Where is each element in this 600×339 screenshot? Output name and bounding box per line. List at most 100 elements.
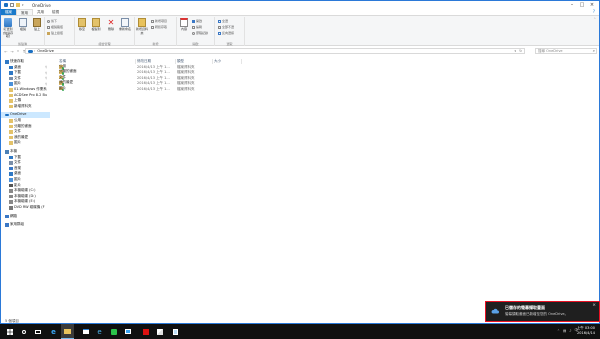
- quick-access-toolbar: ▾: [4, 3, 26, 7]
- column-divider[interactable]: [135, 59, 136, 64]
- acrobat-icon: [142, 328, 149, 335]
- taskbar-clock[interactable]: 上午 03:00 2016/4/14: [577, 326, 595, 336]
- line-taskbar-button[interactable]: [107, 324, 120, 339]
- paste-shortcut-button[interactable]: 貼上捷徑: [47, 31, 63, 36]
- folder-icon: [9, 99, 13, 103]
- easy-access-label: 輕鬆存取: [155, 25, 168, 29]
- media-taskbar-button[interactable]: [121, 324, 134, 339]
- sidebar-item[interactable]: 圖片: [1, 140, 50, 146]
- address-bar[interactable]: › OneDrive ▾ ↻: [25, 48, 525, 54]
- select-all-button[interactable]: 全選: [218, 19, 228, 24]
- collapse-ribbon-icon[interactable]: ⌃: [593, 17, 596, 21]
- search-input[interactable]: 搜尋 OneDrive: [535, 48, 597, 54]
- edge-taskbar-button[interactable]: e: [47, 324, 60, 339]
- new-group-label: 新增: [152, 42, 159, 46]
- minimize-button[interactable]: –: [567, 1, 577, 9]
- properties-qat-icon[interactable]: [10, 3, 14, 7]
- dvd-icon: [9, 206, 13, 210]
- pin-icon[interactable]: ⚲: [45, 82, 47, 86]
- edge-icon: e: [51, 327, 56, 336]
- drive-icon: [9, 189, 13, 193]
- history-button[interactable]: 歷程記錄: [192, 31, 208, 36]
- volume-icon[interactable]: ♪: [569, 329, 571, 333]
- download-icon: [9, 155, 13, 160]
- breadcrumb[interactable]: OneDrive: [37, 49, 53, 54]
- open-icon: [192, 19, 195, 23]
- maximize-button[interactable]: □: [577, 1, 587, 9]
- address-dropdown-icon[interactable]: ▾: [514, 49, 516, 54]
- properties-button[interactable]: 內容: [178, 18, 190, 32]
- sidebar-item[interactable]: 網路: [1, 214, 50, 220]
- edit-button[interactable]: 編輯: [192, 25, 202, 30]
- clipboard-small-group: 剪下 複製路徑 貼上捷徑: [45, 17, 75, 46]
- sidebar-item[interactable]: 家用群組: [1, 222, 50, 228]
- ribbon: 釘選到[快速存取] 複製 貼上 剪貼簿 剪下 複製路徑 貼上捷徑 移至 複製到 …: [1, 15, 599, 46]
- start-button[interactable]: [3, 324, 16, 339]
- notification-body: 螢幕擷取畫面已新增至您的 OneDrive。: [505, 312, 569, 316]
- acrobat-taskbar-button[interactable]: [139, 324, 152, 339]
- select-all-icon: [218, 19, 221, 23]
- notepad-icon: [173, 328, 178, 335]
- select-none-button[interactable]: 全部不選: [218, 25, 234, 30]
- notification-close-button[interactable]: ×: [592, 303, 596, 308]
- move-to-button[interactable]: 移至: [76, 18, 88, 32]
- new-folder-qat-icon[interactable]: [16, 3, 20, 7]
- close-button[interactable]: ×: [587, 1, 597, 9]
- column-divider[interactable]: [212, 59, 213, 64]
- easy-access-button[interactable]: 輕鬆存取: [151, 25, 167, 30]
- file-name-cell: 文件: [59, 75, 66, 81]
- paint-taskbar-button[interactable]: [153, 324, 166, 339]
- file-explorer-window: ▾ OneDrive – □ × 檔案 常用 共用 檢視 ? 釘選到[快速存取]…: [0, 0, 600, 324]
- invert-selection-button[interactable]: 反向選擇: [218, 31, 234, 36]
- pin-icon[interactable]: ⚲: [45, 76, 47, 80]
- task-view-button[interactable]: [31, 324, 44, 339]
- folder-icon: [9, 124, 13, 129]
- store-icon: [82, 329, 89, 334]
- file-name-cell: 公用: [59, 64, 66, 70]
- table-row[interactable]: 圖片 2016/4/13 上午 1... 檔案資料夾: [56, 86, 286, 92]
- network-icon[interactable]: ▤: [563, 329, 566, 333]
- drive-icon: [9, 200, 13, 204]
- column-header-type[interactable]: 類型: [177, 59, 184, 64]
- new-item-button[interactable]: 新增項目: [151, 19, 167, 24]
- delete-button[interactable]: ✕ 刪除: [105, 18, 117, 32]
- rename-button[interactable]: 重新命名: [119, 18, 131, 32]
- cut-button[interactable]: 剪下: [47, 19, 57, 24]
- column-divider[interactable]: [175, 59, 176, 64]
- column-divider[interactable]: [241, 59, 242, 64]
- file-explorer-taskbar-button[interactable]: [61, 324, 74, 339]
- help-icon[interactable]: ?: [593, 9, 595, 14]
- onedrive-app-icon: [4, 3, 8, 7]
- copy-button[interactable]: 複製: [17, 18, 29, 32]
- show-hidden-icons-icon[interactable]: ⌃: [557, 329, 560, 333]
- column-header-date[interactable]: 修改日期: [137, 59, 151, 64]
- pin-quick-access-button[interactable]: 釘選到[快速存取]: [2, 18, 14, 39]
- search-taskbar-button[interactable]: [17, 324, 30, 339]
- copy-path-button[interactable]: 複製路徑: [47, 25, 63, 30]
- column-header-size[interactable]: 大小: [214, 59, 221, 64]
- clock-date: 2016/4/14: [577, 331, 595, 335]
- store-taskbar-button[interactable]: [79, 324, 92, 339]
- paste-button[interactable]: 貼上: [31, 18, 43, 32]
- sidebar-item-label: DVD RW 磁碟機 (F: [14, 205, 45, 209]
- refresh-icon[interactable]: ↻: [519, 49, 522, 54]
- folder-icon: [9, 135, 13, 140]
- chevron-down-icon[interactable]: ▾: [22, 3, 26, 7]
- onedrive-address-icon: [28, 49, 33, 53]
- ie-taskbar-button[interactable]: e: [93, 324, 106, 339]
- system-tray: ⌃ ▤ ♪ 中: [557, 328, 578, 333]
- notepad-taskbar-button[interactable]: [169, 324, 182, 339]
- screenshot-saved-notification[interactable]: 已儲存的螢幕擷取畫面 螢幕擷取畫面已新增至您的 OneDrive。 ×: [485, 301, 600, 322]
- copy-to-button[interactable]: 複製到: [90, 18, 102, 32]
- pin-icon[interactable]: ⚲: [45, 65, 47, 69]
- pin-icon[interactable]: ⚲: [45, 71, 47, 75]
- line-app-icon: [110, 328, 117, 335]
- new-folder-button[interactable]: 新增資料夾: [136, 18, 148, 35]
- select-none-label: 全部不選: [222, 25, 235, 29]
- document-icon: [9, 76, 13, 81]
- sidebar-item[interactable]: 新增資料夾: [1, 104, 50, 110]
- window-title: OneDrive: [32, 2, 51, 8]
- file-name-cell: 我的最愛: [59, 80, 73, 86]
- sidebar-item[interactable]: DVD RW 磁碟機 (F: [1, 205, 50, 211]
- open-button[interactable]: 開啟: [192, 19, 202, 24]
